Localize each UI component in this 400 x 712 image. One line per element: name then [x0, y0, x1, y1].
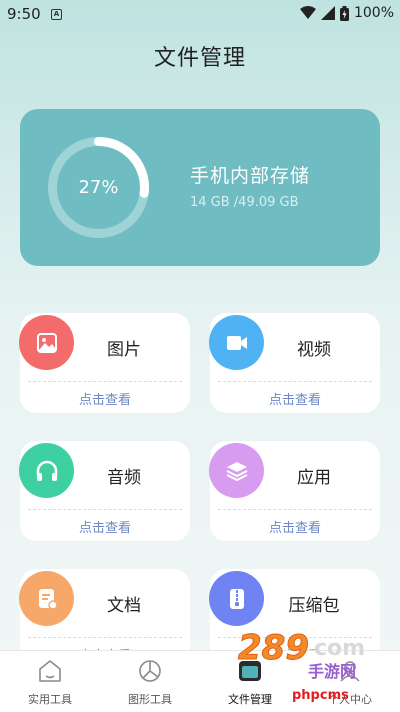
view-link[interactable]: 点击查看 [20, 517, 190, 536]
divider [28, 509, 182, 510]
nav-label: 图形工具 [128, 693, 172, 706]
divider [28, 637, 182, 638]
status-right: 100% [299, 5, 394, 21]
storage-card[interactable]: 27% 手机内部存储 14 GB /49.09 GB [20, 109, 380, 266]
category-label: 图片 [107, 340, 141, 360]
divider [218, 381, 372, 382]
page-title: 文件管理 [153, 46, 246, 71]
app-notification-icon: A [51, 9, 62, 20]
wifi-icon [299, 6, 316, 19]
storage-percent: 27% [78, 177, 119, 198]
nav-item-tools[interactable]: 实用工具 [0, 651, 100, 712]
watermark-sub: 手游网 [308, 662, 357, 681]
view-link[interactable]: 点击查看 [20, 389, 190, 408]
video-icon [209, 315, 264, 370]
layers-icon [209, 443, 264, 498]
watermark: 289 com 手游网 phpcms [236, 600, 400, 712]
category-label: 文档 [107, 596, 141, 616]
category-label: 音频 [107, 468, 141, 488]
status-bar: 9:50 A 100% [0, 0, 400, 30]
divider [218, 509, 372, 510]
watermark-site: phpcms [292, 688, 349, 703]
category-card-videos[interactable]: 视频 点击查看 [209, 313, 380, 413]
storage-size: 14 GB /49.09 GB [190, 195, 299, 210]
view-link[interactable]: 点击查看 [210, 389, 380, 408]
battery-percent: 100% [353, 5, 394, 21]
category-label: 应用 [297, 468, 331, 488]
watermark-brand: 289 [238, 628, 310, 669]
storage-title: 手机内部存储 [190, 165, 311, 187]
category-card-audio[interactable]: 音频 点击查看 [19, 441, 190, 541]
category-card-apps[interactable]: 应用 点击查看 [209, 441, 380, 541]
pie-chart-icon [139, 660, 161, 682]
battery-icon [339, 5, 349, 21]
home-icon [39, 660, 61, 682]
document-icon [19, 571, 74, 626]
signal-icon [320, 6, 335, 20]
nav-item-graphics[interactable]: 图形工具 [100, 651, 200, 712]
category-label: 视频 [297, 340, 331, 360]
divider [28, 381, 182, 382]
image-icon [19, 315, 74, 370]
view-link[interactable]: 点击查看 [210, 517, 380, 536]
status-time: 9:50 [7, 5, 41, 23]
nav-label: 实用工具 [28, 693, 72, 706]
headphones-icon [19, 443, 74, 498]
category-card-images[interactable]: 图片 点击查看 [19, 313, 190, 413]
